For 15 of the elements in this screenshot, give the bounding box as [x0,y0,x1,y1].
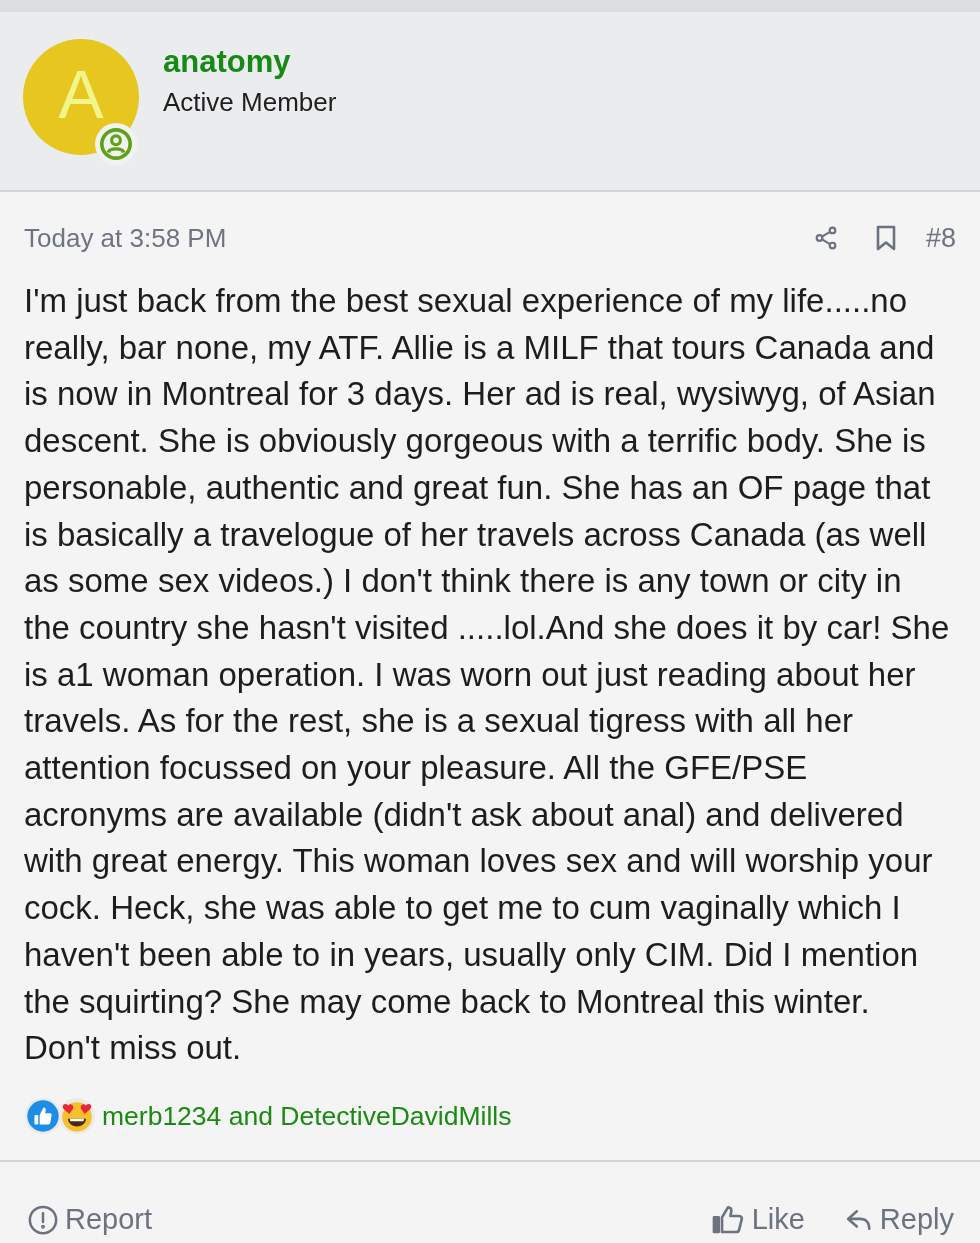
username-link[interactable]: anatomy [163,45,337,77]
bookmark-icon[interactable] [875,225,896,251]
user-title: Active Member [163,88,337,115]
thumbs-up-reaction-icon[interactable] [24,1096,62,1135]
alert-circle-icon [28,1204,58,1235]
user-circle-icon [95,123,137,165]
like-button[interactable]: Like [710,1203,805,1236]
report-button[interactable]: Report [28,1204,153,1235]
post-number-link[interactable]: #8 [925,224,956,252]
post-time[interactable]: Today at 3:58 PM [24,225,227,251]
post-body: I'm just back from the best sexual experience of my life.....no really, bar none, my ATF. Allie is a MILF that tours Canada and is now in Montreal for 3 days. Her ad is real, wysiwyg, of Asian descent. She is obviously gorgeous with a terrific body. She is personable, authentic and great fun. She has an OF page that is basically a travelogue of her travels across Canada (as well as some sex videos.) I don't think there is any town or city in the country she hasn't visited .....lol.And she does it by car! She is a1 woman operation. I was worn out just reading about her travels. As for the rest, she is a sexual tigress with all her attention focussed on your pleasure. All the GFE/PSE acronyms are available (didn't ask about anal) and delivered with great energy. This woman loves sex and will worship your cock. Heck, she was able to get me to cum vaginally which I haven't been able to in years, usually only CIM. Did I mention the squirting? She may come back to Montreal this winter. Don't miss out. [23,281,951,1069]
thumbs-up-icon [710,1203,745,1236]
reactions-users-link[interactable]: merb1234 and DetectiveDavidMills [102,1102,512,1130]
reply-button[interactable]: Reply [844,1205,954,1235]
heart-eyes-emoji-icon[interactable] [58,1096,96,1135]
